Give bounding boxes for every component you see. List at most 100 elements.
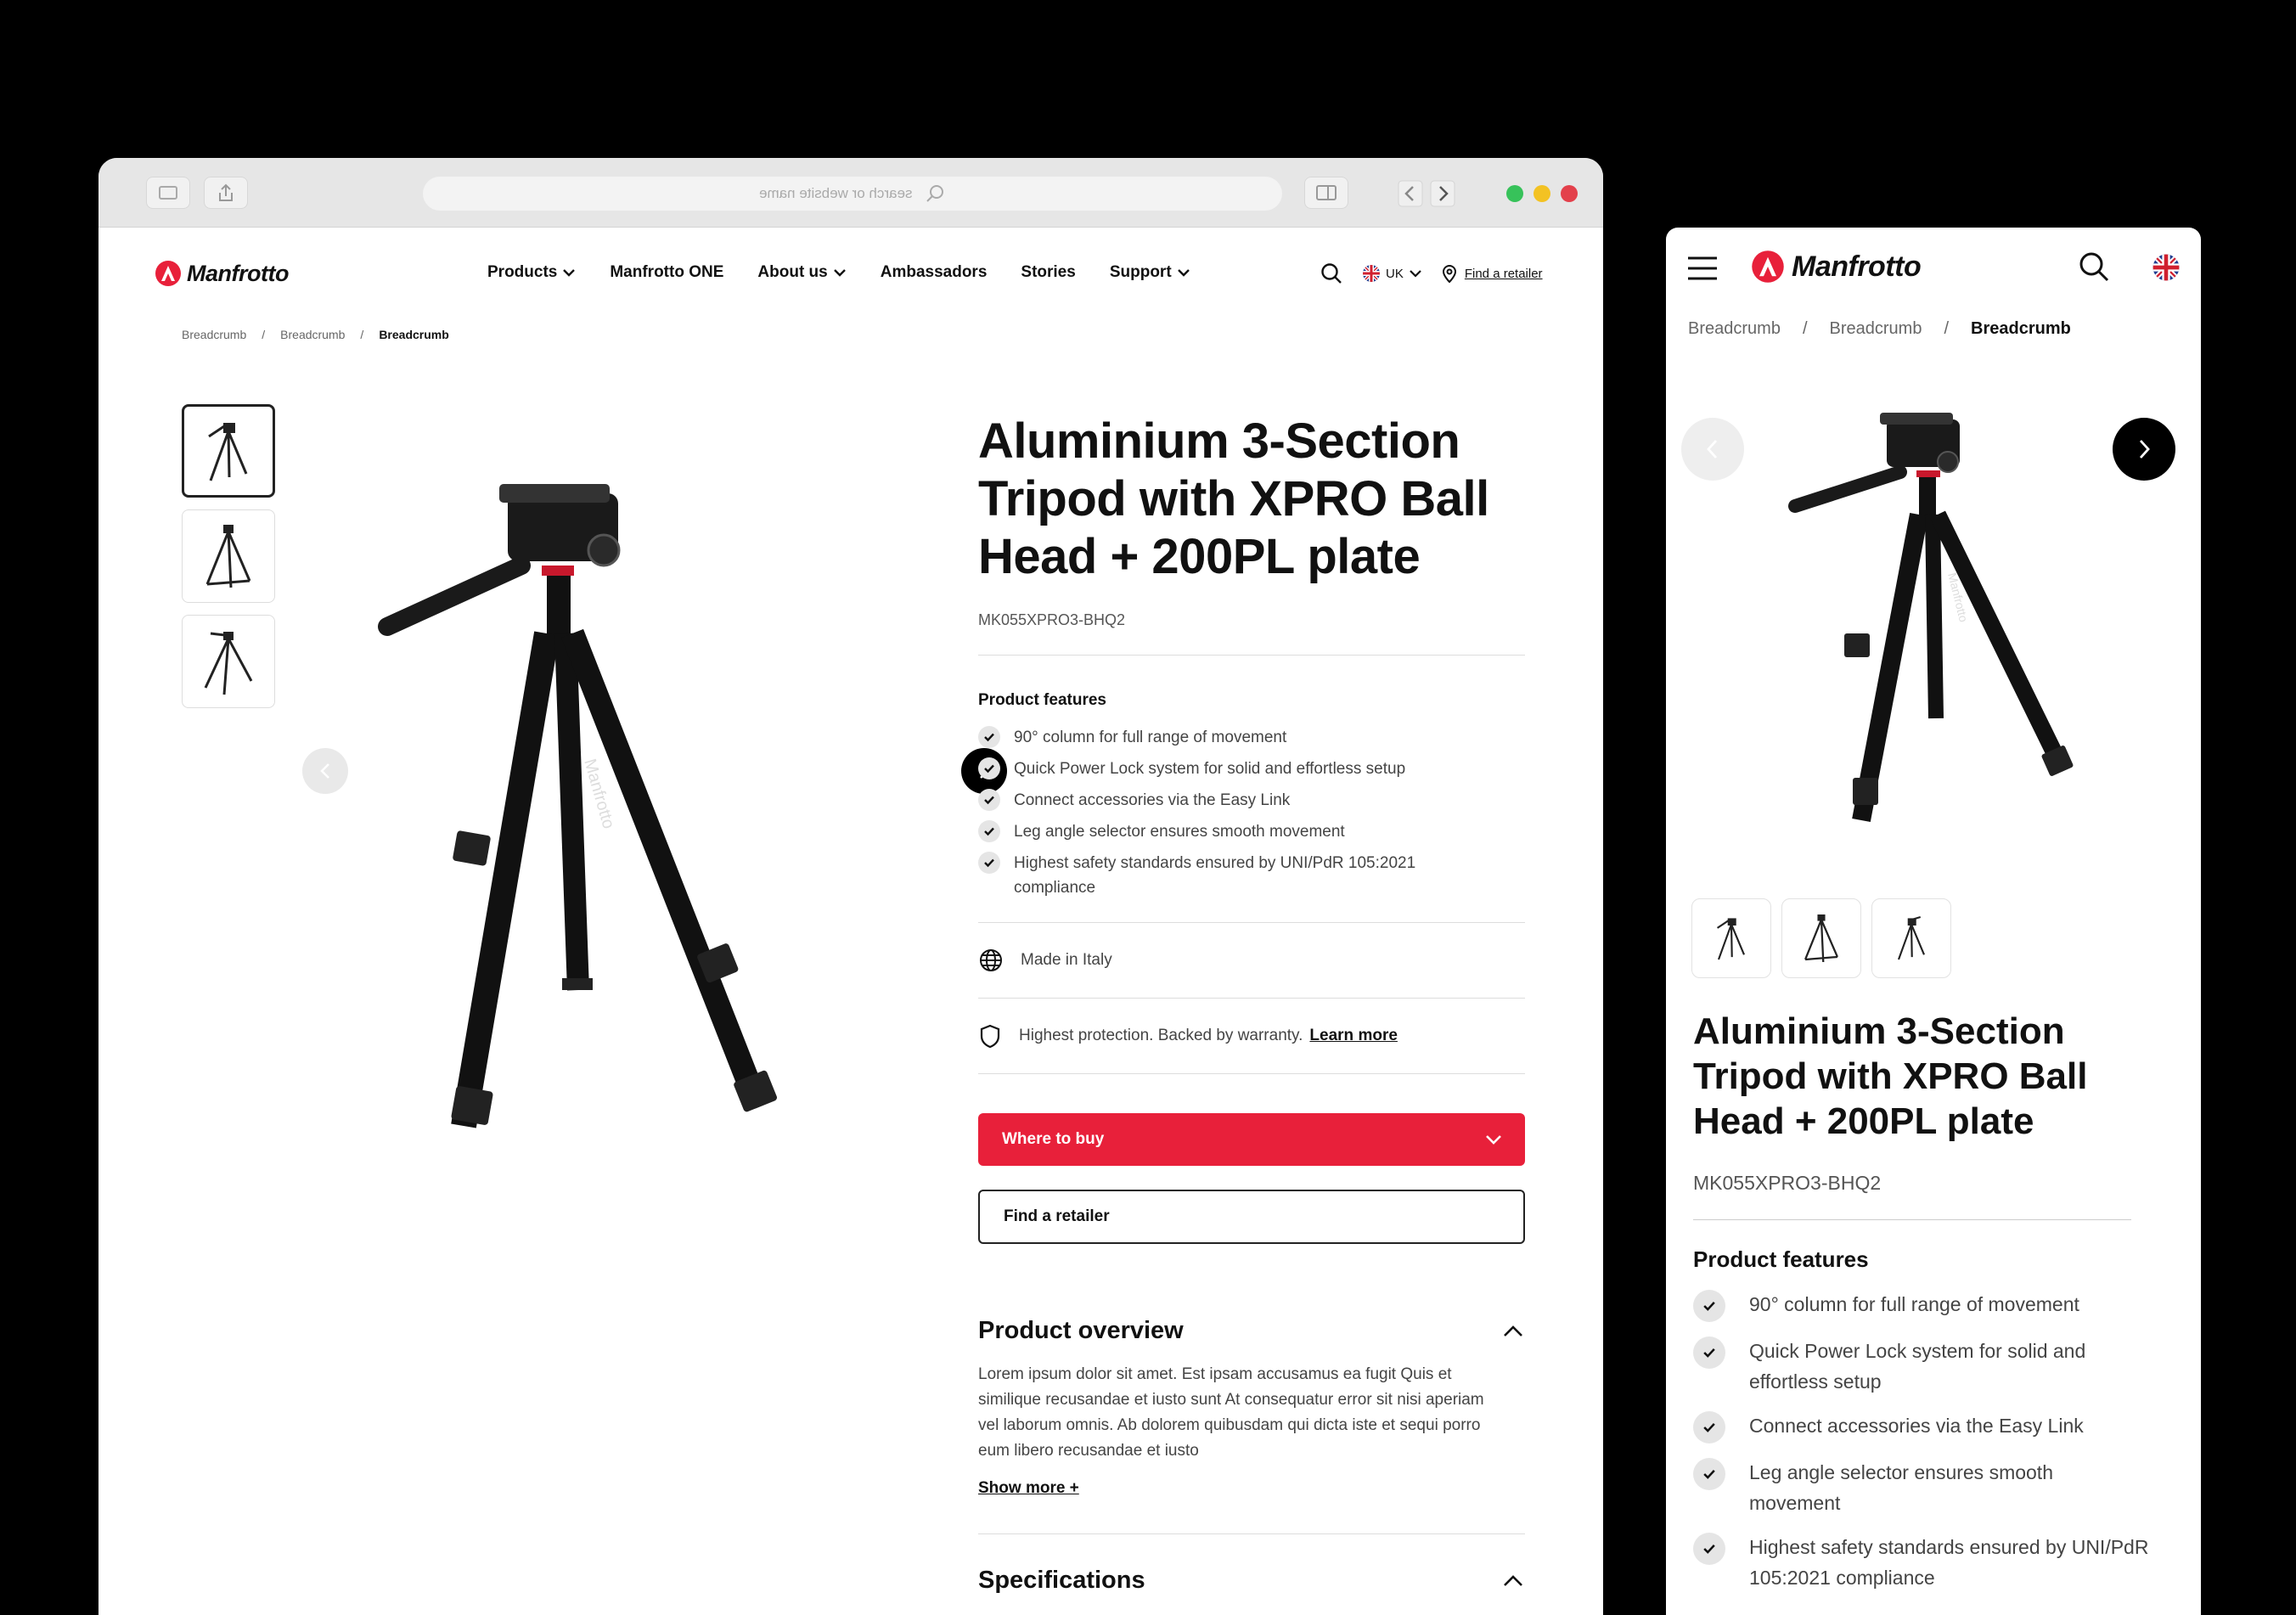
breadcrumb: Breadcrumb / Breadcrumb / Breadcrumb	[1688, 319, 2071, 339]
product-overview-accordion-header[interactable]: Product overview	[978, 1317, 1525, 1345]
nav-item-manfrotto-one[interactable]: Manfrotto ONE	[610, 263, 723, 282]
mobile-screen: Manfrotto Breadcrumb / Breadcrumb / Brea…	[1666, 228, 2201, 1615]
check-icon	[978, 789, 1000, 811]
product-info: Aluminium 3-Section Tripod with XPRO Bal…	[978, 413, 1525, 1595]
made-in-row: Made in Italy	[978, 923, 1525, 998]
check-icon	[1693, 1533, 1725, 1565]
tripod-thumbnail-image	[208, 423, 248, 481]
address-bar[interactable]: search or website name	[423, 177, 1282, 211]
brand-name: Manfrotto	[1792, 250, 1922, 283]
hamburger-menu-icon[interactable]	[1686, 255, 1719, 282]
brand-logo[interactable]: Manfrotto	[155, 260, 289, 287]
chevron-up-icon	[1504, 1325, 1522, 1336]
find-retailer-button-label: Find a retailer	[1004, 1207, 1110, 1225]
chevron-left-icon	[1707, 440, 1718, 459]
browser-toolbar: search or website name	[98, 158, 1603, 228]
feature-item: Connect accessories via the Easy Link	[978, 788, 1525, 813]
where-to-buy-button[interactable]: Where to buy	[978, 1113, 1525, 1166]
check-icon	[978, 757, 1000, 779]
feature-item: Highest safety standards ensured by UNI/…	[1693, 1532, 2169, 1593]
feature-item: Leg angle selector ensures smooth moveme…	[978, 819, 1525, 844]
brand-logo[interactable]: Manfrotto	[1751, 250, 1922, 284]
divider	[978, 655, 1525, 656]
warranty-text: Highest protection. Backed by warranty.	[1019, 1027, 1303, 1044]
forward-icon[interactable]	[1430, 180, 1455, 207]
find-retailer-button[interactable]: Find a retailer	[978, 1190, 1525, 1244]
nav-item-support[interactable]: Support	[1110, 263, 1190, 282]
find-retailer-link[interactable]: Find a retailer	[1441, 263, 1543, 284]
gallery-thumbnail-3[interactable]	[182, 615, 275, 708]
product-main-image: Manfrotto	[1788, 413, 2074, 823]
gallery-thumbnail-1[interactable]	[182, 404, 275, 498]
tripod-thumbnail-image	[1804, 914, 1838, 963]
product-overview-heading: Product overview	[978, 1317, 1184, 1344]
breadcrumb-current: Breadcrumb	[1971, 319, 2071, 338]
address-placeholder: search or website name	[758, 185, 913, 201]
product-title: Aluminium 3-Section Tripod with XPRO Bal…	[978, 414, 1489, 584]
locale-selector[interactable]: UK	[1362, 264, 1422, 283]
breadcrumb-item[interactable]: Breadcrumb	[1688, 319, 1781, 339]
product-main-image: Manfrotto	[311, 404, 1044, 1138]
breadcrumb-item[interactable]: Breadcrumb	[280, 328, 345, 341]
nav-item-ambassadors[interactable]: Ambassadors	[881, 263, 988, 282]
nav-item-stories[interactable]: Stories	[1021, 263, 1075, 282]
gallery-thumbnail-2[interactable]	[1781, 898, 1861, 978]
nav-item-products[interactable]: Products	[487, 263, 576, 282]
features-heading: Product features	[978, 691, 1106, 709]
gallery-prev-button[interactable]	[1681, 418, 1744, 481]
product-overview-text: Lorem ipsum dolor sit amet. Est ipsam ac…	[978, 1365, 1484, 1460]
divider	[978, 1073, 1525, 1074]
divider	[978, 1533, 1525, 1534]
back-icon[interactable]	[1398, 180, 1423, 207]
chevron-right-icon	[2139, 440, 2150, 459]
check-icon	[1693, 1290, 1725, 1322]
chevron-left-icon	[320, 763, 329, 779]
site-header: Manfrotto Products Manfrotto ONE About u…	[98, 228, 1603, 312]
breadcrumb-item[interactable]: Breadcrumb	[1830, 319, 1922, 339]
feature-item: Quick Power Lock system for solid and ef…	[1693, 1336, 2169, 1397]
search-icon[interactable]	[2077, 250, 2111, 285]
gallery-prev-button[interactable]	[302, 748, 348, 794]
chevron-down-icon	[833, 269, 846, 277]
location-pin-icon	[1442, 265, 1456, 284]
nav-item-about-us[interactable]: About us	[757, 263, 846, 282]
divider	[1693, 1219, 2131, 1220]
warranty-learn-more-link[interactable]: Learn more	[1309, 1027, 1397, 1045]
share-button[interactable]	[204, 177, 248, 209]
breadcrumb-separator: /	[262, 328, 266, 341]
tabs-icon	[159, 186, 177, 200]
search-icon[interactable]	[1320, 262, 1343, 285]
specifications-accordion-header[interactable]: Specifications	[978, 1567, 1525, 1595]
uk-flag-icon[interactable]	[2152, 253, 2181, 282]
close-window-dot[interactable]	[1561, 185, 1578, 202]
tabs-button[interactable]	[146, 177, 190, 209]
brand-name: Manfrotto	[187, 260, 289, 286]
gallery-thumbnail-2[interactable]	[182, 509, 275, 603]
uk-flag-icon	[1363, 265, 1380, 282]
breadcrumb-separator: /	[1802, 319, 1808, 338]
feature-item: 90° column for full range of movement	[1693, 1289, 2169, 1322]
breadcrumb-separator: /	[360, 328, 364, 341]
maximize-window-dot[interactable]	[1506, 185, 1523, 202]
breadcrumb-item[interactable]: Breadcrumb	[182, 328, 246, 341]
history-controls	[1398, 180, 1455, 207]
show-more-link[interactable]: Show more +	[978, 1479, 1525, 1498]
gallery-next-button[interactable]	[2113, 418, 2175, 481]
tripod-thumbnail-image	[1716, 918, 1745, 960]
features-list: 90° column for full range of movement Qu…	[1693, 1289, 2169, 1607]
check-icon	[978, 726, 1000, 748]
breadcrumb-current: Breadcrumb	[379, 328, 449, 341]
minimize-window-dot[interactable]	[1533, 185, 1550, 202]
find-retailer-label: Find a retailer	[1464, 266, 1543, 281]
share-icon	[219, 183, 233, 201]
tripod-thumbnail-image	[1897, 915, 1925, 960]
sidebar-toggle-button[interactable]	[1304, 177, 1348, 209]
search-icon	[926, 185, 944, 202]
breadcrumb: Breadcrumb / Breadcrumb / Breadcrumb	[182, 328, 449, 341]
gallery-thumbnail-3[interactable]	[1871, 898, 1951, 978]
gallery-thumbnail-1[interactable]	[1691, 898, 1771, 978]
warranty-row: Highest protection. Backed by warranty. …	[978, 999, 1525, 1073]
features-list: 90° column for full range of movement Qu…	[978, 725, 1525, 900]
tripod-thumbnail-image	[205, 525, 251, 588]
feature-item: 90° column for full range of movement	[978, 725, 1525, 750]
